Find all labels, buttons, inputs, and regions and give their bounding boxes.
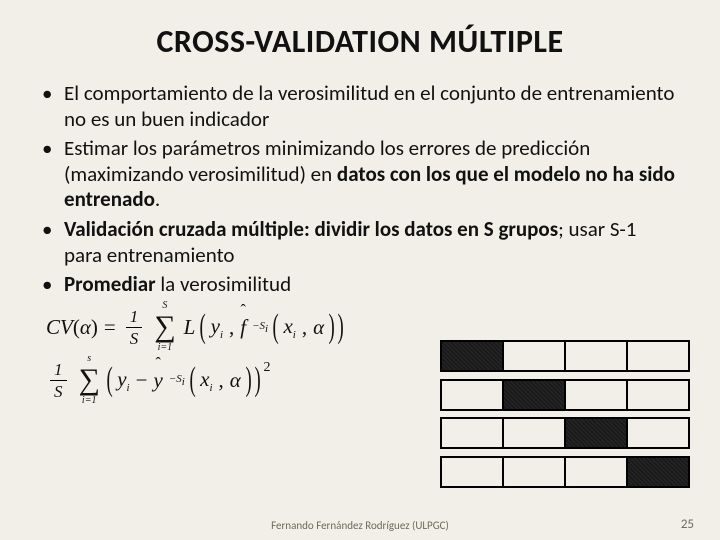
cv-cell-train [504, 342, 566, 370]
f2-yi-sub: i [127, 382, 130, 394]
cv-cell-test [566, 419, 628, 447]
f1-sum-top: S [162, 300, 167, 311]
cv-cell-train [628, 342, 688, 370]
f2-yhat: y [153, 368, 162, 392]
f2-den: S [50, 383, 67, 400]
bullet-2: Estimar los parámetros minimizando los e… [42, 136, 678, 213]
bullet-4-text-b: la verosimilitud [156, 271, 292, 297]
cv-cell-test [442, 342, 504, 370]
f2-y: y [117, 367, 126, 391]
footer-author: Fernando Fernández Rodríguez (ULPGC) [0, 519, 720, 532]
f2-yhat-sup: −S [169, 373, 182, 385]
f1-sum-bot: i=1 [158, 342, 173, 353]
f1-lhs: CV [46, 315, 73, 339]
f2-num: 1 [50, 361, 67, 378]
f2-minus: − [136, 368, 148, 393]
f1-num: 1 [126, 308, 143, 325]
f1-L: L [184, 315, 196, 340]
f2-alpha: α [230, 368, 241, 393]
sigma-icon: ∑ s i=1 [79, 363, 100, 397]
cv-cell-train [566, 381, 628, 409]
cv-cell-train [442, 458, 504, 486]
bullet-2-text-c: . [155, 186, 160, 212]
cv-cell-train [566, 342, 628, 370]
f2-xi-sub: i [209, 382, 212, 394]
cv-cell-train [442, 381, 504, 409]
bullet-list: El comportamiento de la verosimilitud en… [42, 81, 678, 298]
f1-yi-sub: i [220, 329, 223, 341]
cv-cell-test [628, 458, 688, 486]
cv-cell-train [628, 381, 688, 409]
f1-alpha: α [80, 315, 91, 339]
bullet-4-text-a: Promediar [64, 271, 156, 297]
bullet-1: El comportamiento de la verosimilitud en… [42, 81, 678, 132]
cv-row [440, 340, 690, 372]
cv-cell-train [504, 458, 566, 486]
cv-row [440, 379, 690, 411]
f2-sq: 2 [263, 360, 270, 376]
f1-c1: , [229, 315, 234, 340]
page-number: 25 [681, 517, 694, 532]
bullet-1-text: El comportamiento de la verosimilitud en… [64, 80, 674, 132]
cv-row [440, 417, 690, 449]
cv-fold-diagram [440, 334, 690, 494]
cv-cell-train [566, 458, 628, 486]
f1-den: S [126, 330, 143, 347]
cv-cell-train [442, 419, 504, 447]
cv-cell-train [504, 419, 566, 447]
bullet-3-text-a: Validación cruzada múltiple: dividir los… [64, 216, 558, 242]
slide-title: CROSS-VALIDATION MÚLTIPLE [42, 22, 678, 61]
bullet-3: Validación cruzada múltiple: dividir los… [42, 217, 678, 268]
cv-cell-train [628, 419, 688, 447]
f2-sum-bot: i=1 [82, 395, 97, 406]
sigma-icon: ∑ S i=1 [154, 310, 175, 344]
f1-alpha2: α [313, 315, 324, 340]
f1-eq: = [104, 315, 116, 340]
f1-y: y [211, 314, 220, 338]
f1-fhat-sup: −S [252, 320, 265, 332]
f1-x: x [283, 314, 292, 338]
bullet-4: Promediar la verosimilitud [42, 272, 678, 298]
cv-cell-test [504, 381, 566, 409]
f2-yhat-sup-i: i [182, 376, 185, 388]
cv-row [440, 456, 690, 488]
f1-fhat: f [240, 315, 246, 339]
f1-c2: , [302, 315, 307, 340]
f2-sum-top: s [87, 353, 91, 364]
f1-xi-sub: i [293, 329, 296, 341]
f1-fhat-sup-i: i [265, 323, 268, 335]
